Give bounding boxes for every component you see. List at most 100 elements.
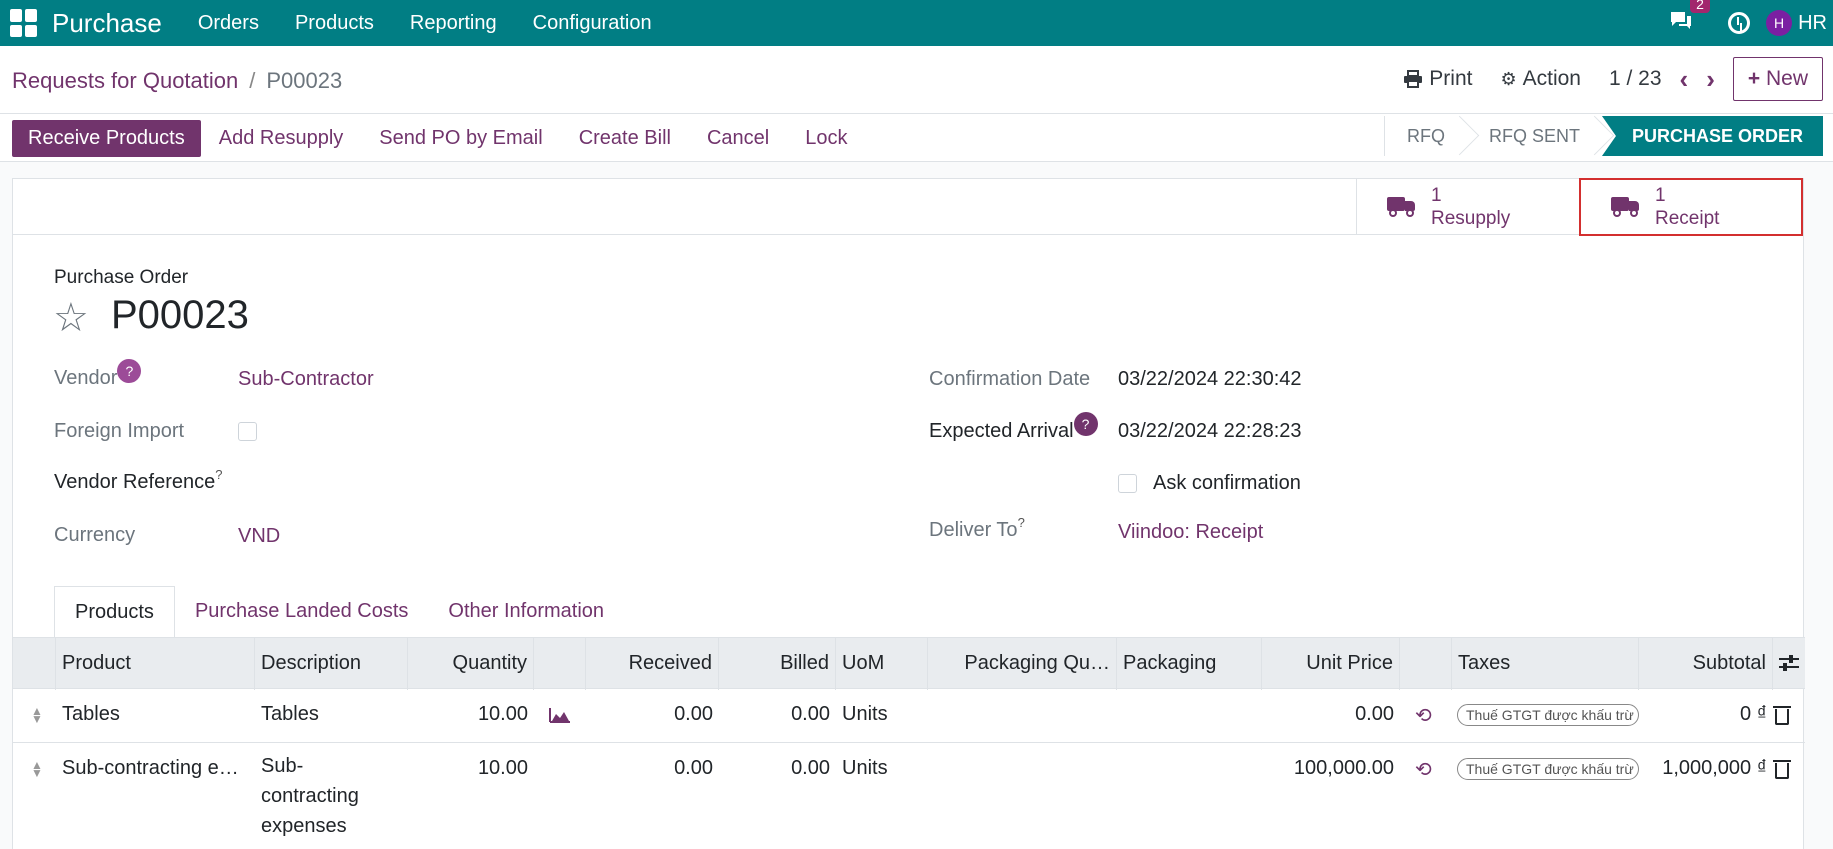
column-packaging[interactable]: Packaging (1117, 638, 1262, 690)
breadcrumb-separator: / (249, 68, 256, 93)
breadcrumb-current: P00023 (266, 68, 343, 93)
truck-icon (1387, 197, 1417, 217)
receive-products-button[interactable]: Receive Products (12, 120, 201, 157)
ask-confirmation-checkbox[interactable] (1118, 474, 1137, 493)
table-row[interactable]: ▲ ▼ Tables Tables 10.00 0.00 0.00 Units 0… (13, 689, 1805, 743)
expected-arrival-value[interactable]: 03/22/2024 22:28:23 (1118, 420, 1302, 443)
table-row[interactable]: ▲ ▼ Sub-contracting e… Sub- contracting e… (13, 743, 1805, 849)
stage-rfq[interactable]: RFQ (1385, 116, 1467, 156)
tax-tag[interactable]: Thuế GTGT được khấu trừ (1457, 704, 1639, 726)
star-icon[interactable]: ☆ (53, 295, 89, 341)
activity-clock-icon[interactable] (1728, 12, 1751, 34)
row-quantity[interactable]: 10.00 (408, 703, 534, 726)
vendor-help-icon[interactable]: ? (117, 359, 142, 383)
create-bill-button[interactable]: Create Bill (561, 120, 689, 157)
app-name[interactable]: Purchase (52, 8, 162, 39)
tab-products[interactable]: Products (54, 586, 175, 638)
column-billed[interactable]: Billed (719, 638, 836, 690)
deliver-to-help[interactable]: ? (1018, 515, 1025, 530)
column-product[interactable]: Product (56, 638, 255, 690)
row-product[interactable]: Sub-contracting e… (56, 757, 255, 780)
vendor-reference-label: Vendor Reference? (54, 467, 223, 493)
column-description[interactable]: Description (255, 638, 408, 690)
drag-handle-icon[interactable]: ▲ ▼ (31, 705, 43, 725)
row-uom[interactable]: Units (836, 703, 928, 726)
apps-menu-icon[interactable] (10, 9, 38, 37)
row-quantity[interactable]: 10.00 (408, 757, 534, 780)
vendor-label: Vendor? (54, 359, 142, 391)
gear-icon: ⚙ (1500, 68, 1517, 89)
menu-products[interactable]: Products (277, 12, 392, 35)
po-name: P00023 (111, 293, 249, 337)
foreign-import-label: Foreign Import (54, 420, 185, 442)
row-subtotal: 0 ₫ (1740, 703, 1767, 725)
column-quantity[interactable]: Quantity (408, 638, 534, 690)
pager-value[interactable]: 1 / 23 (1609, 67, 1662, 91)
reset-price-icon[interactable]: ⟲ (1415, 703, 1432, 728)
new-button[interactable]: + New (1732, 57, 1823, 101)
reset-price-icon[interactable]: ⟲ (1415, 757, 1432, 782)
column-packaging-qty[interactable]: Packaging Qu… (928, 638, 1117, 690)
handle-column-header (13, 638, 56, 690)
column-uom[interactable]: UoM (836, 638, 928, 690)
print-button[interactable]: Print (1403, 67, 1472, 91)
action-button[interactable]: ⚙ Action (1500, 67, 1581, 91)
user-avatar[interactable]: H (1766, 10, 1793, 36)
tab-purchase-landed-costs[interactable]: Purchase Landed Costs (175, 586, 428, 638)
row-product[interactable]: Tables (56, 703, 255, 726)
delete-row-icon[interactable] (1773, 706, 1791, 725)
deliver-to-value[interactable]: Viindoo: Receipt (1118, 521, 1263, 544)
confirmation-date-value[interactable]: 03/22/2024 22:30:42 (1118, 368, 1302, 391)
stage-purchase-order[interactable]: PURCHASE ORDER (1601, 116, 1823, 156)
delete-row-icon[interactable] (1773, 760, 1791, 779)
row-description[interactable]: Tables (255, 703, 408, 726)
forecast-chart-icon[interactable] (549, 707, 571, 723)
row-received: 0.00 (674, 757, 713, 779)
confirmation-date-label: Confirmation Date (929, 368, 1091, 390)
expected-arrival-help-icon[interactable]: ? (1073, 412, 1098, 436)
resupply-smart-button[interactable]: 1 Resupply (1356, 179, 1580, 235)
currency-value[interactable]: VND (238, 525, 280, 548)
optional-columns-icon[interactable] (1773, 638, 1805, 690)
lock-button[interactable]: Lock (787, 120, 865, 157)
deliver-to-label: Deliver To? (929, 515, 1025, 541)
row-unit-price[interactable]: 0.00 (1262, 703, 1400, 726)
menu-orders[interactable]: Orders (180, 12, 277, 35)
menu-configuration[interactable]: Configuration (515, 12, 670, 35)
reset-column-header (1400, 638, 1452, 690)
row-uom[interactable]: Units (836, 757, 928, 780)
add-resupply-button[interactable]: Add Resupply (201, 120, 362, 157)
breadcrumb-rfq-link[interactable]: Requests for Quotation (12, 68, 238, 94)
tax-tag[interactable]: Thuế GTGT được khấu trừ (1457, 758, 1639, 780)
smart-buttons: 1 Resupply 1 Receipt (13, 178, 1803, 236)
stage-rfq-sent[interactable]: RFQ SENT (1467, 116, 1602, 156)
column-received[interactable]: Received (586, 638, 719, 690)
drag-handle-icon[interactable]: ▲ ▼ (31, 759, 43, 779)
cancel-button[interactable]: Cancel (689, 120, 787, 157)
vendor-value[interactable]: Sub-Contractor (238, 368, 374, 391)
form-title-label: Purchase Order (54, 267, 189, 288)
receipt-smart-button[interactable]: 1 Receipt (1579, 178, 1803, 236)
user-name[interactable]: HR (1798, 12, 1827, 35)
column-taxes[interactable]: Taxes (1452, 638, 1639, 690)
chat-icon[interactable]: 2 (1668, 0, 1710, 37)
row-billed: 0.00 (791, 703, 830, 725)
form-sheet: 1 Resupply 1 Receipt Purchase Order ☆ P000… (12, 178, 1805, 849)
row-description[interactable]: Sub- contracting expenses (255, 751, 408, 841)
control-right: Print ⚙ Action 1 / 23 ‹ › + New (1403, 56, 1833, 102)
vendor-reference-help[interactable]: ? (215, 467, 222, 482)
column-subtotal[interactable]: Subtotal (1639, 638, 1773, 690)
ask-confirmation-label: Ask confirmation (1153, 472, 1301, 494)
pager-previous-icon[interactable]: ‹ (1680, 64, 1689, 95)
receipt-count: 1 (1655, 185, 1666, 206)
row-unit-price[interactable]: 100,000.00 (1262, 757, 1400, 780)
menu-reporting[interactable]: Reporting (392, 12, 515, 35)
action-buttons: Receive Products Add Resupply Send PO by… (12, 120, 865, 157)
print-label: Print (1429, 67, 1473, 90)
tab-other-information[interactable]: Other Information (428, 586, 624, 638)
send-po-email-button[interactable]: Send PO by Email (361, 120, 560, 157)
row-received: 0.00 (674, 703, 713, 725)
pager-next-icon[interactable]: › (1706, 64, 1715, 95)
column-unit-price[interactable]: Unit Price (1262, 638, 1400, 690)
foreign-import-checkbox[interactable] (238, 422, 257, 441)
